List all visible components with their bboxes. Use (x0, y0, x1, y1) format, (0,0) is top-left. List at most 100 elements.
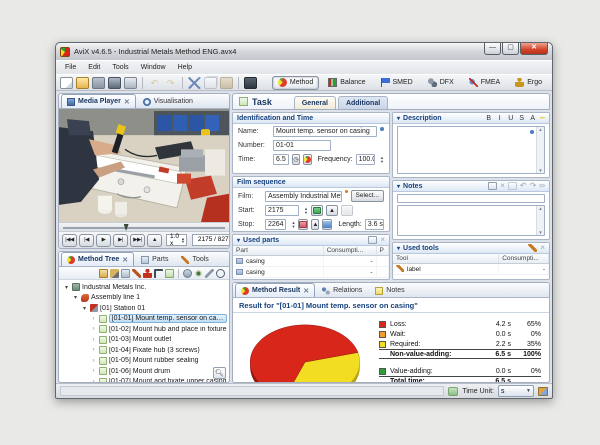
stop-field[interactable]: 2264 (265, 219, 286, 230)
used-tool-row[interactable]: label - (393, 264, 549, 275)
column-header[interactable]: Tool (393, 254, 499, 264)
view-tab[interactable]: Media Player ✕ (61, 94, 136, 108)
view-tab[interactable]: Method Result ✕ (235, 283, 315, 297)
highlight-icon[interactable]: ~ (540, 113, 545, 123)
view-tab[interactable]: Notes ✕ (369, 283, 410, 297)
tree-expander-icon[interactable] (90, 337, 97, 343)
number-input[interactable]: 01-01 (273, 140, 331, 151)
skip-to-start-button[interactable]: |◀◀ (62, 234, 77, 247)
perspective-button[interactable]: DFX (422, 76, 460, 90)
perspective-button[interactable]: FMEA (463, 76, 506, 90)
new-document-icon[interactable] (60, 77, 73, 89)
paste-icon[interactable] (220, 77, 233, 89)
description-scrollbar[interactable]: ▲▼ (536, 127, 544, 173)
frequency-spinner[interactable]: ▲▼ (378, 156, 384, 163)
stopwatch-icon[interactable]: ◷ (292, 154, 299, 165)
tree-expander-icon[interactable] (63, 284, 70, 291)
speed-spinner[interactable]: ▲▼ (179, 237, 185, 244)
format-button[interactable]: U (507, 115, 515, 122)
add-task-icon[interactable] (165, 269, 174, 278)
edit-icon[interactable] (110, 269, 119, 278)
view-tab[interactable]: Tools ✕ (175, 252, 214, 266)
view-tab[interactable]: Visualisation ✕ (137, 94, 199, 108)
close-tab-icon[interactable]: ✕ (124, 98, 130, 106)
tree-expander-icon[interactable] (90, 347, 97, 353)
skip-to-end-button[interactable]: ▶▶| (130, 234, 145, 247)
import-icon[interactable] (92, 77, 105, 89)
name-input[interactable]: Mount temp. sensor on casing (273, 126, 377, 137)
note-document-icon[interactable] (508, 182, 517, 190)
clear-start-icon[interactable] (341, 205, 353, 216)
tree-item[interactable]: [01-05] Mount rubber sealing (59, 356, 229, 367)
new-note-icon[interactable] (488, 182, 497, 190)
used-part-row[interactable]: casing - (233, 267, 389, 278)
time-field[interactable]: 6.5 s (273, 154, 289, 165)
previous-note-icon[interactable]: ↶ (520, 182, 527, 190)
rename-icon[interactable] (154, 269, 163, 278)
view-mode-icon[interactable] (194, 269, 203, 278)
stop-spinner[interactable]: ▲▼ (289, 221, 295, 228)
tree-expander-icon[interactable] (90, 326, 97, 332)
add-part-icon[interactable] (368, 236, 377, 244)
menu-item[interactable]: Tools (107, 63, 133, 72)
tree-item[interactable]: Industrial Metals Inc. (59, 282, 229, 293)
maximize-button[interactable]: ▢ (502, 43, 519, 55)
timeline-slider[interactable] (59, 222, 229, 231)
task-tab[interactable]: Additional (338, 96, 388, 109)
view-tab[interactable]: Method Tree ✕ (61, 252, 134, 266)
step-back-button[interactable]: |◀ (79, 234, 94, 247)
menu-item[interactable]: File (60, 63, 81, 72)
tree-item[interactable]: [01-06] Mount drum (59, 366, 229, 377)
frequency-field[interactable]: 100.0 % (356, 154, 375, 165)
copy-icon[interactable] (204, 77, 217, 89)
save-icon[interactable] (108, 77, 121, 89)
perspective-button[interactable]: Ergo (509, 76, 548, 90)
minimize-button[interactable]: — (484, 43, 501, 55)
tree-item[interactable]: [01-07] Mount and fixate upper casing (59, 377, 229, 383)
tree-expander-icon[interactable] (90, 358, 97, 364)
set-start-camera-icon[interactable] (311, 205, 323, 216)
tree-search-icon[interactable]: 🔍︎ (213, 367, 226, 379)
settings-icon[interactable] (205, 269, 214, 278)
column-header[interactable]: Consumpti... (323, 246, 376, 256)
task-tab[interactable]: General (294, 96, 336, 109)
play-sequence-icon[interactable] (322, 219, 332, 230)
add-tool-icon[interactable] (132, 269, 141, 278)
goto-stop-icon[interactable]: ▲ (311, 219, 319, 230)
tree-expander-icon[interactable] (90, 316, 97, 322)
playback-speed-field[interactable]: 1.0 x ▲▼ (166, 234, 187, 246)
menu-item[interactable]: Window (136, 63, 171, 72)
format-button[interactable]: S (518, 115, 526, 122)
notes-textarea[interactable]: ▲▼ (397, 205, 545, 236)
perspective-button[interactable]: Balance (322, 76, 371, 90)
notes-header[interactable]: Notes × ↶ ↷ ∞ (393, 181, 549, 192)
select-film-button[interactable]: Select... (351, 190, 384, 202)
tree-item[interactable]: [01-01] Mount temp. sensor on casing (59, 314, 229, 325)
tree-item[interactable]: Assembly line 1 (59, 293, 229, 304)
note-title-field[interactable] (397, 194, 545, 203)
used-parts-header[interactable]: Used parts × (233, 235, 389, 246)
tree-item[interactable]: [01-03] Mount outlet (59, 335, 229, 346)
film-field[interactable]: Assembly Industrial Metals station 1 (265, 191, 342, 202)
format-button[interactable]: B (485, 115, 493, 122)
find-icon[interactable] (216, 269, 225, 278)
column-header[interactable]: P (376, 246, 388, 256)
operator-icon[interactable] (143, 269, 152, 278)
used-part-row[interactable]: casing - (233, 256, 389, 267)
start-spinner[interactable]: ▲▼ (302, 207, 308, 214)
tree-expander-icon[interactable] (90, 368, 97, 374)
remove-part-icon[interactable]: × (380, 236, 385, 244)
column-header[interactable]: Consumpti... (499, 254, 549, 264)
new-folder-icon[interactable] (99, 269, 108, 278)
perspective-button[interactable]: Method (272, 76, 319, 90)
add-tool-icon[interactable] (528, 244, 537, 252)
step-forward-button[interactable]: ▶| (113, 234, 128, 247)
tree-expander-icon[interactable] (90, 379, 97, 382)
remove-tool-icon[interactable]: × (540, 244, 545, 252)
description-header[interactable]: Description BIUSA ~ (393, 113, 549, 124)
next-note-icon[interactable]: ↷ (530, 182, 537, 190)
time-analysis-pie-icon[interactable] (303, 154, 312, 165)
close-button[interactable]: ✕ (520, 43, 548, 55)
menu-item[interactable]: Help (173, 63, 197, 72)
goto-start-icon[interactable]: ▲ (326, 205, 338, 216)
